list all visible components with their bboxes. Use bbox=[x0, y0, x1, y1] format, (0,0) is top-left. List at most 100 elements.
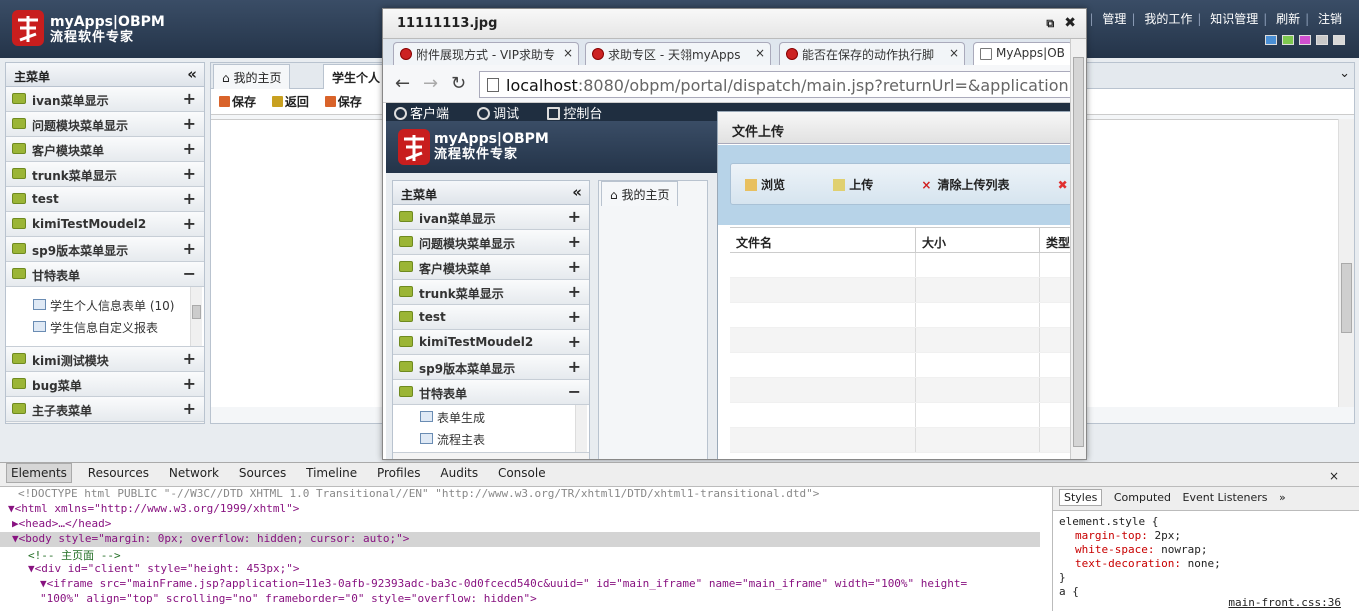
expand-icon[interactable]: + bbox=[568, 282, 581, 301]
menu-item[interactable]: 客户模块菜单 + bbox=[393, 255, 589, 280]
back-arrow-icon[interactable]: ← bbox=[395, 73, 410, 94]
menu-item[interactable]: 甘特表单 − bbox=[393, 380, 589, 405]
browser-tab[interactable]: 能否在保存的动作执行脚 × bbox=[779, 42, 965, 65]
dom-line-selected[interactable]: ▼<body style="margin: 0px; overflow: hid… bbox=[0, 532, 1040, 547]
menu-item[interactable]: 问题模块菜单显示 + bbox=[6, 112, 204, 137]
chevron-down-icon[interactable]: ⌄ bbox=[1339, 66, 1350, 81]
column-type[interactable]: 类型 bbox=[1040, 228, 1071, 252]
console-button[interactable]: 控制台 bbox=[547, 107, 614, 122]
submenu-item[interactable]: 流程主表 bbox=[393, 427, 589, 449]
nav-knowledge[interactable]: 知识管理 bbox=[1210, 12, 1258, 26]
url-input[interactable]: localhost:8080/obpm/portal/dispatch/main… bbox=[479, 71, 1071, 98]
submenu-scrollbar[interactable] bbox=[190, 287, 202, 346]
tab-home[interactable]: ⌂ 我的主页 bbox=[213, 64, 291, 89]
menu-item[interactable]: sp9版本菜单显示 + bbox=[393, 355, 589, 380]
tab-computed[interactable]: Computed bbox=[1114, 491, 1171, 504]
theme-swatch-light[interactable] bbox=[1333, 35, 1345, 45]
theme-swatch-gray[interactable] bbox=[1316, 35, 1328, 45]
dom-line[interactable]: ▶<head>…</head> bbox=[0, 517, 1040, 532]
menu-item[interactable]: test + bbox=[393, 305, 589, 330]
menu-item[interactable]: trunk菜单显示 + bbox=[6, 162, 204, 187]
tab-close-icon[interactable]: × bbox=[563, 46, 573, 60]
menu-item[interactable]: bug菜单 + bbox=[6, 372, 204, 397]
submenu-item[interactable]: 表单生成 bbox=[393, 405, 589, 427]
menu-item[interactable]: kimiTestMoudel2 + bbox=[6, 212, 204, 237]
popout-icon[interactable]: ⧉ bbox=[1046, 17, 1054, 30]
menu-item[interactable]: test + bbox=[6, 187, 204, 212]
scroll-thumb[interactable] bbox=[1341, 263, 1352, 333]
column-filename[interactable]: 文件名 bbox=[730, 228, 916, 252]
expand-icon[interactable]: + bbox=[568, 257, 581, 276]
tab-sources[interactable]: Sources bbox=[235, 464, 290, 482]
content-scrollbar[interactable] bbox=[1338, 119, 1354, 407]
menu-item[interactable]: sp9版本菜单显示 + bbox=[6, 237, 204, 262]
client-button[interactable]: 客户端 bbox=[394, 107, 461, 122]
forward-arrow-icon[interactable]: → bbox=[423, 73, 438, 94]
expand-icon[interactable]: + bbox=[183, 399, 196, 418]
menu-item[interactable]: kimi测试模块 + bbox=[6, 347, 204, 372]
expand-icon[interactable]: + bbox=[183, 114, 196, 133]
nav-refresh[interactable]: 刷新 bbox=[1276, 12, 1300, 26]
expand-icon[interactable]: + bbox=[183, 239, 196, 258]
menu-item[interactable]: 甘特表单 − bbox=[6, 262, 204, 287]
style-prop[interactable]: text-decoration: none; bbox=[1059, 557, 1353, 571]
expand-icon[interactable]: + bbox=[568, 207, 581, 226]
dom-line[interactable]: "100%" align="top" scrolling="no" frameb… bbox=[0, 592, 1040, 607]
dom-line[interactable]: ▼<iframe src="mainFrame.jsp?application=… bbox=[0, 577, 1040, 592]
tab-audits[interactable]: Audits bbox=[436, 464, 482, 482]
menu-item[interactable]: ivan菜单显示 + bbox=[393, 205, 589, 230]
tab-elements[interactable]: Elements bbox=[6, 463, 72, 483]
menu-item[interactable]: 主子表菜单 + bbox=[6, 397, 204, 422]
menu-item[interactable]: 问题模块菜单显示 + bbox=[393, 230, 589, 255]
style-prop[interactable]: white-space: nowrap; bbox=[1059, 543, 1353, 557]
expand-icon[interactable]: + bbox=[183, 164, 196, 183]
collapse-icon[interactable]: « bbox=[187, 65, 197, 83]
collapse-item-icon[interactable]: − bbox=[568, 382, 581, 401]
reload-icon[interactable]: ↻ bbox=[451, 73, 466, 94]
menu-item[interactable]: trunk菜单显示 + bbox=[393, 280, 589, 305]
theme-swatch-blue[interactable] bbox=[1265, 35, 1277, 45]
save-button[interactable]: 保存 bbox=[219, 93, 256, 110]
expand-icon[interactable]: + bbox=[568, 332, 581, 351]
browser-tab-active[interactable]: MyApps|OB bbox=[973, 42, 1073, 65]
expand-icon[interactable]: + bbox=[568, 232, 581, 251]
nav-my-work[interactable]: 我的工作 bbox=[1144, 12, 1192, 26]
submenu-scrollbar[interactable] bbox=[575, 405, 587, 452]
browser-tab[interactable]: 附件展现方式 - VIP求助专 × bbox=[393, 42, 579, 65]
tab-close-icon[interactable]: × bbox=[755, 46, 765, 60]
dom-line[interactable]: <!DOCTYPE html PUBLIC "-//W3C//DTD XHTML… bbox=[0, 487, 1040, 502]
popup-scrollbar[interactable] bbox=[1070, 39, 1086, 459]
collapse-item-icon[interactable]: − bbox=[183, 264, 196, 283]
tab-timeline[interactable]: Timeline bbox=[302, 464, 361, 482]
dom-line[interactable]: ▼<div id="client" style="height: 453px;"… bbox=[0, 562, 1040, 577]
menu-item[interactable]: kimiTestMoudel2 + bbox=[393, 330, 589, 355]
tab-home[interactable]: ⌂ 我的主页 bbox=[601, 181, 679, 206]
menu-item[interactable]: 客户模块菜单 + bbox=[6, 137, 204, 162]
stylesheet-link[interactable]: main-front.css:36 bbox=[1228, 596, 1341, 609]
theme-swatch-purple[interactable] bbox=[1299, 35, 1311, 45]
tab-network[interactable]: Network bbox=[165, 464, 223, 482]
submenu-item[interactable]: 学生信息自定义报表 bbox=[6, 315, 204, 337]
expand-icon[interactable]: + bbox=[183, 189, 196, 208]
debug-button[interactable]: 调试 bbox=[477, 107, 531, 122]
tab-event-listeners[interactable]: Event Listeners bbox=[1183, 491, 1268, 504]
style-prop[interactable]: margin-top: 2px; bbox=[1059, 529, 1353, 543]
tab-close-icon[interactable]: × bbox=[949, 46, 959, 60]
expand-icon[interactable]: + bbox=[568, 307, 581, 326]
scroll-thumb[interactable] bbox=[1073, 57, 1084, 447]
nav-logout[interactable]: 注销 bbox=[1318, 12, 1342, 26]
tab-styles[interactable]: Styles bbox=[1059, 489, 1103, 506]
column-size[interactable]: 大小 bbox=[916, 228, 1040, 252]
close-icon[interactable]: × bbox=[1325, 467, 1343, 485]
more-tabs-icon[interactable]: » bbox=[1279, 491, 1286, 504]
browse-button[interactable]: 浏览 bbox=[745, 178, 807, 192]
back-button[interactable]: 返回 bbox=[271, 93, 309, 110]
expand-icon[interactable]: + bbox=[183, 214, 196, 233]
save-button-2[interactable]: 保存 bbox=[324, 93, 362, 110]
nav-manage[interactable]: 管理 bbox=[1102, 12, 1126, 26]
clear-all-button[interactable]: ✖清空 bbox=[1058, 178, 1071, 192]
menu-item[interactable]: ivan菜单显示 + bbox=[6, 87, 204, 112]
expand-icon[interactable]: + bbox=[183, 89, 196, 108]
dom-line[interactable]: <!-- 主页面 --> bbox=[0, 547, 1040, 562]
dom-line[interactable]: ▼<html xmlns="http://www.w3.org/1999/xht… bbox=[0, 502, 1040, 517]
